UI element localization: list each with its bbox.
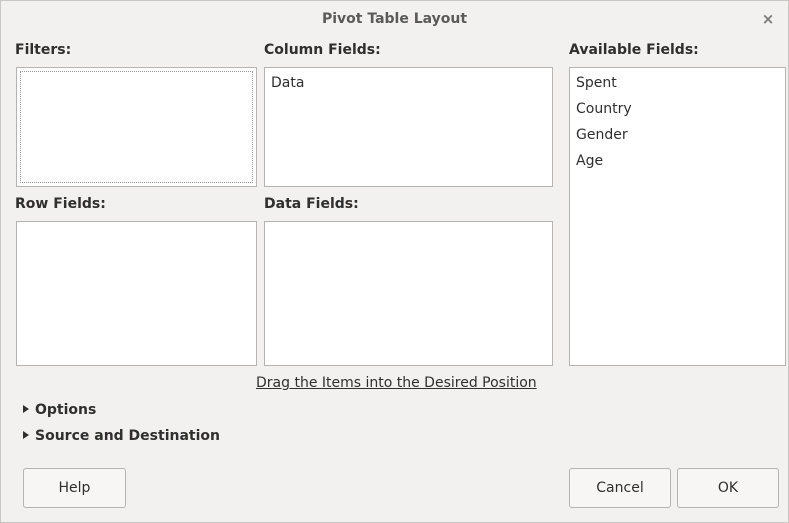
available-fields-list[interactable]: Spent Country Gender Age bbox=[569, 67, 786, 366]
column-field-item-data[interactable]: Data bbox=[265, 70, 552, 96]
column-fields-label: Column Fields: bbox=[264, 42, 381, 58]
options-expander-label: Options bbox=[35, 402, 97, 418]
available-field-item-country[interactable]: Country bbox=[570, 96, 785, 122]
cancel-button[interactable]: Cancel bbox=[569, 468, 671, 508]
source-destination-expander[interactable]: Source and Destination bbox=[23, 428, 220, 444]
available-field-item-gender[interactable]: Gender bbox=[570, 122, 785, 148]
data-fields-list[interactable] bbox=[264, 221, 553, 366]
source-destination-expander-label: Source and Destination bbox=[35, 428, 220, 444]
title-bar: Pivot Table Layout × bbox=[1, 1, 788, 39]
ok-button[interactable]: OK bbox=[677, 468, 779, 508]
close-icon[interactable]: × bbox=[758, 9, 778, 29]
available-field-item-spent[interactable]: Spent bbox=[570, 70, 785, 96]
dialog-title: Pivot Table Layout bbox=[321, 11, 468, 27]
expand-arrow-icon bbox=[23, 431, 29, 439]
drag-hint-text: Drag the Items into the Desired Position bbox=[256, 375, 537, 391]
row-fields-list[interactable] bbox=[16, 221, 257, 366]
available-fields-label: Available Fields: bbox=[569, 42, 699, 58]
filters-label: Filters: bbox=[15, 42, 72, 58]
row-fields-label: Row Fields: bbox=[15, 196, 106, 212]
filters-list[interactable] bbox=[16, 67, 257, 187]
pivot-table-layout-dialog: Pivot Table Layout × Filters: Column Fie… bbox=[0, 0, 789, 523]
options-expander[interactable]: Options bbox=[23, 402, 96, 418]
help-button[interactable]: Help bbox=[23, 468, 126, 508]
available-field-item-age[interactable]: Age bbox=[570, 148, 785, 174]
expand-arrow-icon bbox=[23, 405, 29, 413]
column-fields-list[interactable]: Data bbox=[264, 67, 553, 187]
data-fields-label: Data Fields: bbox=[264, 196, 359, 212]
